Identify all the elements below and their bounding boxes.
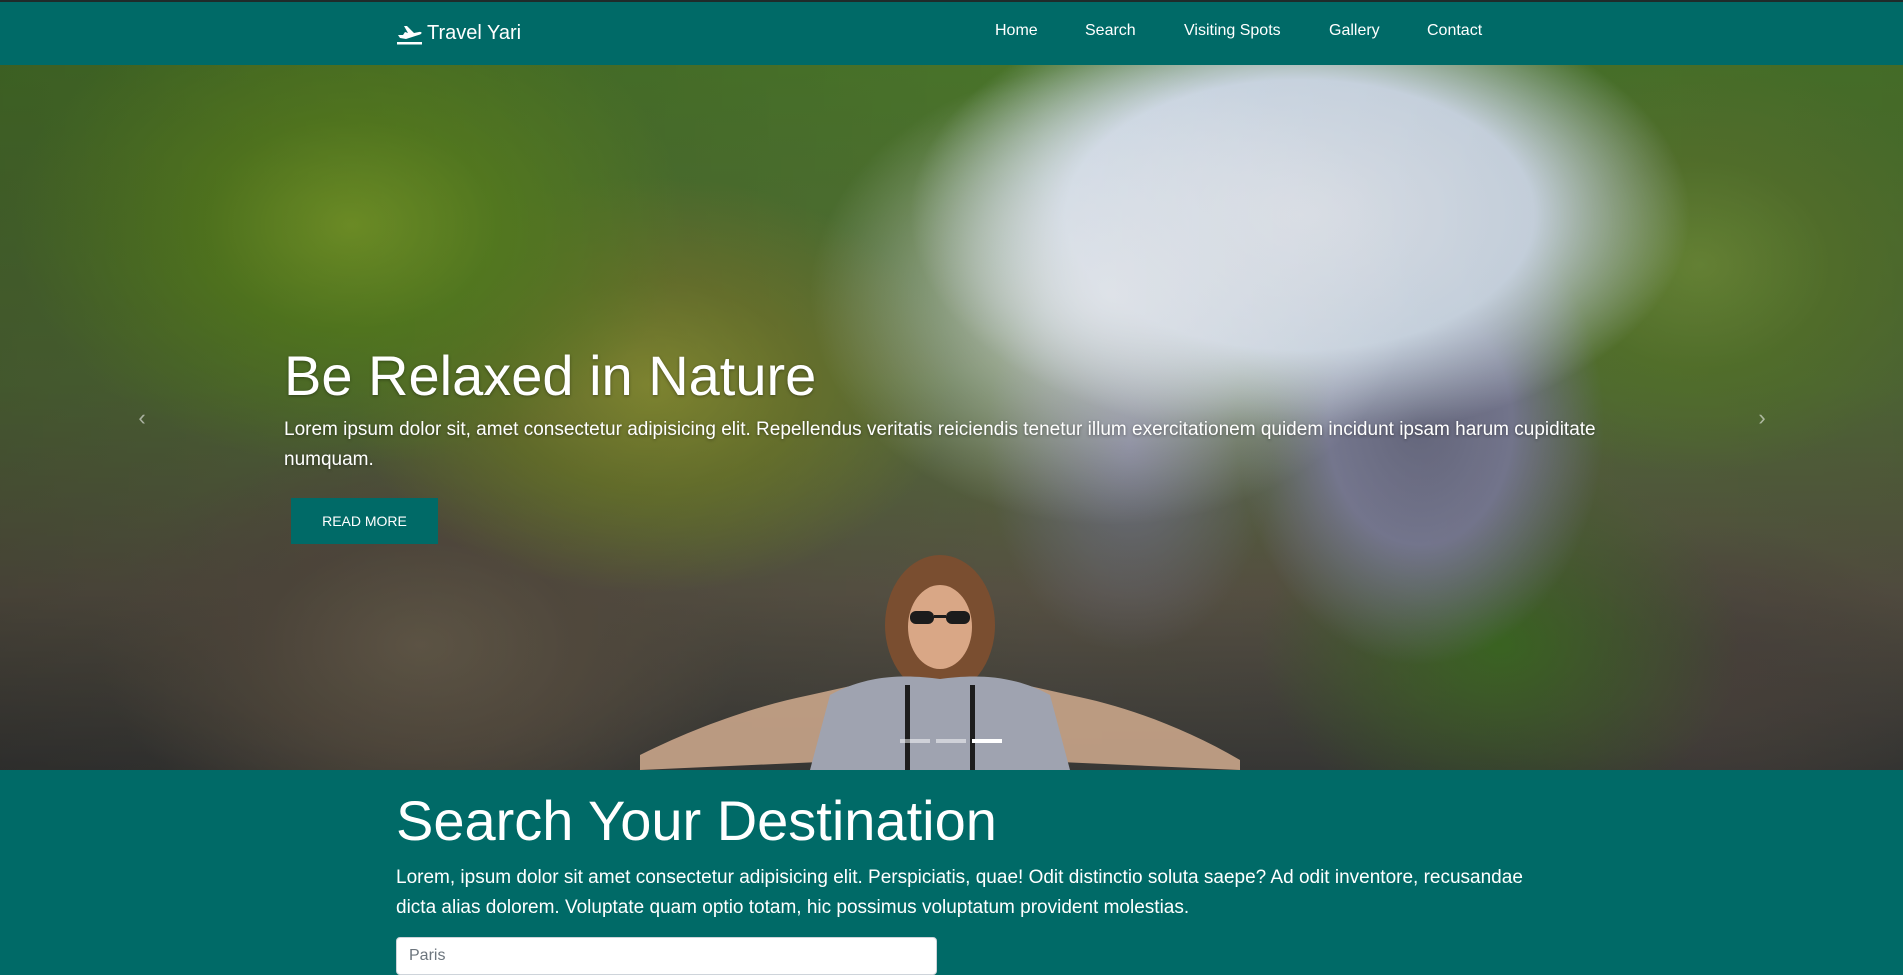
hero-description: Lorem ipsum dolor sit, amet consectetur … — [284, 419, 1596, 470]
carousel-indicator[interactable] — [900, 739, 930, 743]
carousel-indicator[interactable] — [936, 739, 966, 743]
nav-links: Home Search Visiting Spots Gallery Conta… — [0, 22, 1903, 44]
chevron-right-icon[interactable]: › — [1747, 403, 1777, 433]
navbar: Travel Yari Home Search Visiting Spots G… — [0, 0, 1903, 65]
nav-search[interactable]: Search — [1085, 22, 1136, 40]
nav-contact[interactable]: Contact — [1427, 22, 1482, 40]
read-more-button[interactable]: READ MORE — [291, 498, 438, 544]
hero-traveler-image — [640, 555, 1240, 770]
search-description: Lorem, ipsum dolor sit amet consectetur … — [396, 867, 1523, 918]
chevron-left-icon[interactable]: ‹ — [127, 403, 157, 433]
search-section: Search Your Destination Lorem, ipsum dol… — [0, 770, 1903, 975]
destination-search-input[interactable] — [396, 937, 937, 975]
search-title: Search Your Destination — [396, 789, 997, 852]
carousel-indicator-active[interactable] — [972, 739, 1002, 743]
hero-carousel: Be Relaxed in Nature Lorem ipsum dolor s… — [0, 65, 1903, 770]
nav-home[interactable]: Home — [995, 22, 1038, 40]
hero-title: Be Relaxed in Nature — [284, 344, 817, 407]
nav-gallery[interactable]: Gallery — [1329, 22, 1380, 40]
carousel-indicators — [900, 739, 1002, 743]
nav-visiting-spots[interactable]: Visiting Spots — [1184, 22, 1281, 40]
